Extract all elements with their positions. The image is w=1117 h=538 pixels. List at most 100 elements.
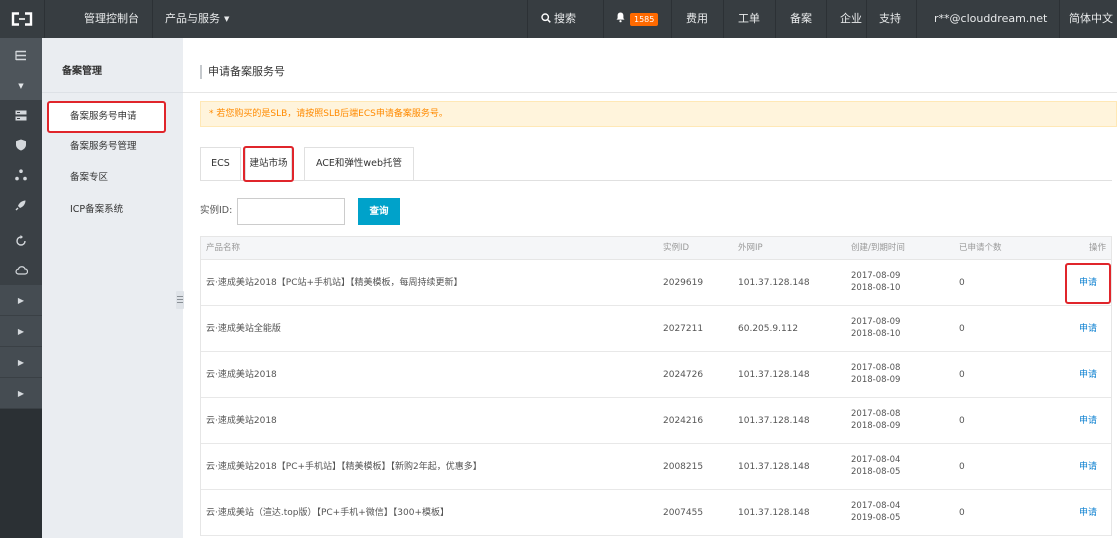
apply-link[interactable]: 申请 — [1079, 490, 1097, 536]
instance-id: 2008215 — [663, 462, 704, 472]
cloud-icon — [14, 266, 28, 275]
expiry-date: 2018-08-05 — [851, 467, 901, 477]
nav-link-billing[interactable]: 费用 — [686, 0, 708, 38]
products-menu[interactable]: 产品与服务 ▼ — [165, 0, 229, 38]
notifications-button[interactable]: 1585 — [616, 0, 659, 38]
account-menu[interactable]: r**@clouddream.net — [934, 0, 1047, 38]
divider — [1059, 0, 1060, 38]
divider — [826, 0, 827, 38]
apply-link[interactable]: 申请 — [1079, 444, 1097, 490]
applied-count: 0 — [959, 416, 965, 426]
public-ip: 101.37.128.148 — [738, 416, 810, 426]
applied-count: 0 — [959, 370, 965, 380]
product-name: 云·速成美站2018【PC+手机站】【精美模板】【新购2年起，优惠多】 — [206, 462, 482, 472]
collapse-handle-icon[interactable] — [176, 291, 184, 309]
highlight-box — [47, 101, 166, 133]
applied-count: 0 — [959, 508, 965, 518]
sidebar-toggle-button[interactable] — [0, 40, 42, 70]
bell-icon — [616, 12, 625, 23]
expiry-date: 2018-08-09 — [851, 375, 901, 385]
notification-count-badge: 1585 — [630, 12, 659, 26]
public-ip: 101.37.128.148 — [738, 462, 810, 472]
query-button[interactable]: 查询 — [358, 198, 400, 225]
tab-ace-web-hosting[interactable]: ACE和弹性web托管 — [304, 147, 414, 181]
nav-link-enterprise[interactable]: 企业 — [840, 0, 862, 38]
column-header-product-name: 产品名称 — [206, 243, 241, 253]
apply-link[interactable]: 申请 — [1079, 398, 1097, 444]
sidebar-nav-network[interactable] — [0, 160, 42, 190]
sidebar-collapse-button[interactable]: ▼ — [0, 71, 42, 101]
instance-id-input[interactable] — [237, 198, 345, 225]
date-range: 2017-08-08 2018-08-09 — [851, 408, 900, 432]
applied-count: 0 — [959, 462, 965, 472]
product-name: 云·速成美站2018 — [206, 370, 277, 380]
sidebar-nav-refresh[interactable] — [0, 225, 42, 255]
menu-icon — [15, 50, 26, 60]
table-row: 云·速成美站2018【PC站+手机站】【精美模板，每周持续更新】 2029619… — [201, 260, 1111, 306]
product-name: 云·速成美站（渲达.top版）【PC+手机+微信】【300+模板】 — [206, 508, 449, 518]
divider — [723, 0, 724, 38]
date-range: 2017-08-08 2018-08-09 — [851, 362, 900, 386]
date-range: 2017-08-04 2019-08-05 — [851, 500, 900, 524]
table-row: 云·速成美站2018 2024216 101.37.128.148 2017-0… — [201, 398, 1111, 444]
expiry-date: 2019-08-05 — [851, 513, 901, 523]
table-row: 云·速成美站全能版 2027211 60.205.9.112 2017-08-0… — [201, 306, 1111, 352]
divider — [866, 0, 867, 38]
search-button[interactable]: 搜索 — [541, 0, 576, 38]
subnav-item-filing-zone[interactable]: 备案专区 — [48, 164, 165, 192]
instance-table: 产品名称 实例ID 外网IP 创建/到期时间 已申请个数 操作 云·速成美站20… — [200, 236, 1112, 536]
public-ip: 101.37.128.148 — [738, 278, 810, 288]
created-date: 2017-08-04 — [851, 455, 901, 465]
column-header-public-ip: 外网IP — [738, 243, 763, 253]
sidebar-expander[interactable]: ▶ — [0, 378, 42, 409]
tab-ecs[interactable]: ECS — [200, 147, 241, 181]
caret-right-icon: ▶ — [17, 326, 25, 336]
divider — [671, 0, 672, 38]
caret-right-icon: ▶ — [17, 357, 25, 367]
date-range: 2017-08-04 2018-08-05 — [851, 454, 900, 478]
product-name: 云·速成美站2018 — [206, 416, 277, 426]
instance-id: 2029619 — [663, 278, 704, 288]
server-list-icon — [15, 110, 27, 120]
sidebar-nav-server-list[interactable] — [0, 100, 42, 130]
sidebar-expander[interactable]: ▶ — [0, 316, 42, 347]
highlight-box — [243, 146, 294, 182]
instance-id: 2024726 — [663, 370, 704, 380]
sidebar-expander[interactable]: ▶ — [0, 285, 42, 316]
apply-link[interactable]: 申请 — [1079, 352, 1097, 398]
logo-button[interactable] — [0, 0, 44, 38]
column-header-actions: 操作 — [1089, 243, 1107, 253]
subnav-item-icp-system[interactable]: ICP备案系统 — [48, 196, 165, 224]
subnav-item-service-number-manage[interactable]: 备案服务号管理 — [48, 133, 165, 161]
created-date: 2017-08-08 — [851, 409, 901, 419]
instance-id: 2024216 — [663, 416, 704, 426]
nav-link-support[interactable]: 支持 — [879, 0, 901, 38]
sidebar-nav-security[interactable] — [0, 130, 42, 160]
page-title: 申请备案服务号 — [208, 65, 285, 78]
sidebar-nav-cloud[interactable] — [0, 255, 42, 285]
divider — [152, 0, 153, 38]
column-header-dates: 创建/到期时间 — [851, 243, 905, 253]
divider — [183, 92, 1117, 93]
created-date: 2017-08-09 — [851, 271, 901, 281]
console-home-link[interactable]: 管理控制台 — [84, 0, 139, 38]
table-row: 云·速成美站（渲达.top版）【PC+手机+微信】【300+模板】 200745… — [201, 490, 1111, 536]
top-navbar: 管理控制台 产品与服务 ▼ 搜索 1585 费用 工单 备案 企业 支持 r**@… — [0, 0, 1117, 38]
created-date: 2017-08-04 — [851, 501, 901, 511]
caret-right-icon: ▶ — [17, 388, 25, 398]
language-switcher[interactable]: 简体中文 — [1069, 0, 1113, 38]
expiry-date: 2018-08-10 — [851, 283, 901, 293]
network-nodes-icon — [15, 169, 27, 181]
divider — [916, 0, 917, 38]
instance-id: 2007455 — [663, 508, 704, 518]
apply-link[interactable]: 申请 — [1079, 306, 1097, 352]
nav-link-icp-filing[interactable]: 备案 — [790, 0, 812, 38]
sidebar-nav-deploy[interactable] — [0, 190, 42, 220]
caret-down-icon: ▼ — [18, 82, 24, 90]
expiry-date: 2018-08-10 — [851, 329, 901, 339]
divider — [775, 0, 776, 38]
nav-link-tickets[interactable]: 工单 — [738, 0, 760, 38]
sidebar-expander[interactable]: ▶ — [0, 347, 42, 378]
date-range: 2017-08-09 2018-08-10 — [851, 270, 900, 294]
public-ip: 101.37.128.148 — [738, 370, 810, 380]
